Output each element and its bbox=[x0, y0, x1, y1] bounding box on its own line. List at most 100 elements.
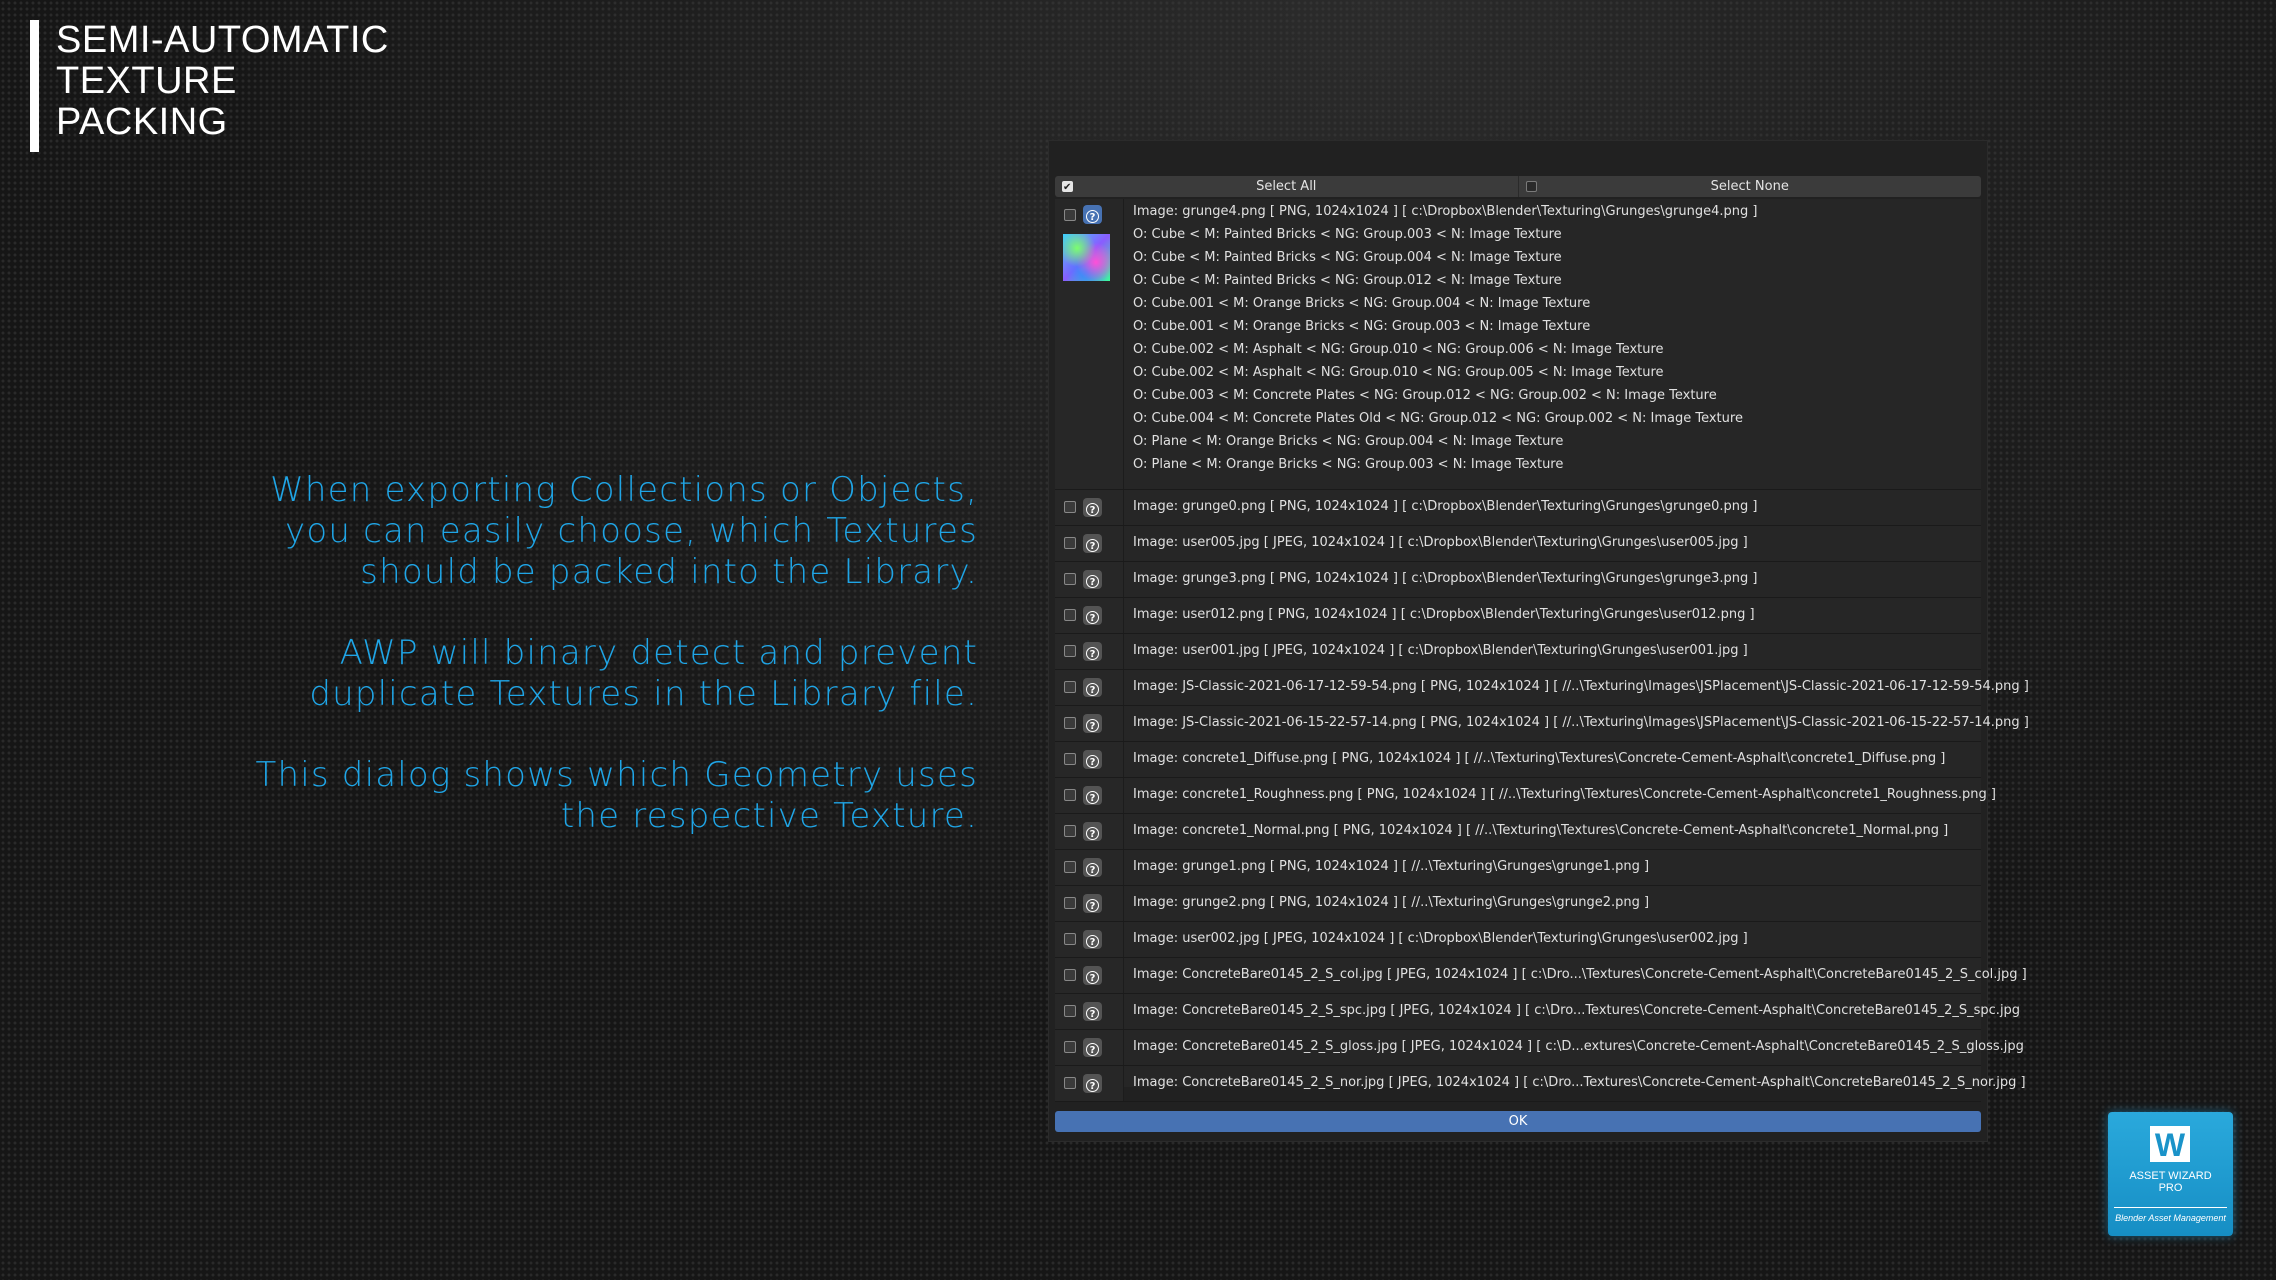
include-checkbox[interactable] bbox=[1064, 501, 1076, 513]
image-label: Image: JS-Classic-2021-06-15-22-57-14.pn… bbox=[1133, 715, 2029, 730]
image-row: ? Image: ConcreteBare0145_2_S_gloss.jpg [… bbox=[1055, 1030, 2024, 1066]
description-line: When exporting Collections or Objects, bbox=[270, 470, 978, 510]
include-checkbox[interactable] bbox=[1064, 645, 1076, 657]
include-checkbox[interactable] bbox=[1064, 969, 1076, 981]
image-label: Image: user012.png [ PNG, 1024x1024 ] [ … bbox=[1133, 607, 1755, 622]
row-controls: ? bbox=[1055, 850, 1124, 885]
image-label: Image: user002.jpg [ JPEG, 1024x1024 ] [… bbox=[1133, 931, 1748, 946]
question-icon: ? bbox=[1086, 683, 1099, 696]
image-label: Image: grunge1.png [ PNG, 1024x1024 ] [ … bbox=[1133, 859, 1650, 874]
image-row: ? Image: user005.jpg [ JPEG, 1024x1024 ] … bbox=[1055, 526, 1981, 562]
include-checkbox[interactable] bbox=[1064, 1077, 1076, 1089]
usage-line: O: Cube < M: Painted Bricks < NG: Group.… bbox=[1133, 273, 1562, 288]
question-icon: ? bbox=[1086, 575, 1099, 588]
include-checkbox[interactable] bbox=[1064, 753, 1076, 765]
texture-packing-dialog: Select All Select None ? Image: grunge4.… bbox=[1048, 140, 2029, 1142]
select-all-button[interactable]: Select All bbox=[1055, 176, 1518, 198]
image-label: Image: grunge0.png [ PNG, 1024x1024 ] [ … bbox=[1133, 499, 1758, 514]
badge-name-line-1: ASSET WIZARD bbox=[2129, 1170, 2212, 1182]
row-controls: ? bbox=[1055, 598, 1124, 633]
row-controls: ? bbox=[1055, 634, 1124, 669]
include-checkbox[interactable] bbox=[1064, 789, 1076, 801]
question-icon: ? bbox=[1086, 1079, 1099, 1092]
include-checkbox[interactable] bbox=[1064, 537, 1076, 549]
help-icon-button[interactable]: ? bbox=[1083, 858, 1102, 877]
help-icon-button[interactable]: ? bbox=[1083, 570, 1102, 589]
include-checkbox[interactable] bbox=[1064, 1041, 1076, 1053]
include-checkbox[interactable] bbox=[1064, 1005, 1076, 1017]
question-icon: ? bbox=[1086, 899, 1099, 912]
usage-line: O: Cube.002 < M: Asphalt < NG: Group.010… bbox=[1133, 365, 1664, 380]
include-checkbox[interactable] bbox=[1064, 573, 1076, 585]
description-line: duplicate Textures in the Library file. bbox=[309, 674, 978, 714]
asset-wizard-pro-badge: W ASSET WIZARD PRO Blender Asset Managem… bbox=[2108, 1112, 2233, 1236]
include-checkbox[interactable] bbox=[1064, 897, 1076, 909]
headline-line-3: PACKING bbox=[56, 101, 228, 143]
select-all-label: Select All bbox=[1256, 179, 1317, 194]
row-controls: ? bbox=[1055, 994, 1124, 1029]
asset-wizard-logo: W bbox=[2150, 1126, 2190, 1163]
image-label: Image: concrete1_Normal.png [ PNG, 1024x… bbox=[1133, 823, 1949, 838]
help-icon-button[interactable]: ? bbox=[1083, 205, 1102, 224]
image-row: ? Image: user012.png [ PNG, 1024x1024 ] [… bbox=[1055, 598, 1981, 634]
image-row: ? Image: concrete1_Roughness.png [ PNG, 1… bbox=[1055, 778, 1996, 814]
image-label: Image: user001.jpg [ JPEG, 1024x1024 ] [… bbox=[1133, 643, 1748, 658]
row-controls: ? bbox=[1055, 670, 1124, 705]
include-checkbox[interactable] bbox=[1064, 209, 1076, 221]
select-none-checkbox[interactable] bbox=[1525, 181, 1537, 192]
image-row: ? Image: grunge0.png [ PNG, 1024x1024 ] [… bbox=[1055, 490, 1981, 526]
description-paragraph-3: This dialog shows which Geometry uses th… bbox=[180, 755, 978, 837]
help-icon-button[interactable]: ? bbox=[1083, 498, 1102, 517]
row-controls: ? bbox=[1055, 958, 1124, 993]
help-icon-button[interactable]: ? bbox=[1083, 894, 1102, 913]
usage-line: O: Cube.003 < M: Concrete Plates < NG: G… bbox=[1133, 388, 1717, 403]
badge-name-line-2: PRO bbox=[2158, 1182, 2183, 1194]
help-icon-button[interactable]: ? bbox=[1083, 822, 1102, 841]
row-controls: ? bbox=[1055, 886, 1124, 921]
help-icon-button[interactable]: ? bbox=[1083, 642, 1102, 661]
help-icon-button[interactable]: ? bbox=[1083, 678, 1102, 697]
image-row: ? Image: grunge2.png [ PNG, 1024x1024 ] [… bbox=[1055, 886, 1981, 922]
include-checkbox[interactable] bbox=[1064, 681, 1076, 693]
image-row: ? Image: concrete1_Normal.png [ PNG, 1024… bbox=[1055, 814, 1981, 850]
include-checkbox[interactable] bbox=[1064, 609, 1076, 621]
description-line: the respective Texture. bbox=[560, 796, 978, 836]
image-row: ? Image: ConcreteBare0145_2_S_nor.jpg [ J… bbox=[1055, 1066, 2026, 1102]
description-line: should be packed into the Library. bbox=[360, 552, 978, 592]
help-icon-button[interactable]: ? bbox=[1083, 930, 1102, 949]
include-checkbox[interactable] bbox=[1064, 933, 1076, 945]
row-controls: ? bbox=[1055, 778, 1124, 813]
description-line: AWP will binary detect and prevent bbox=[339, 633, 978, 673]
description-paragraph-1: When exporting Collections or Objects, y… bbox=[180, 470, 978, 593]
select-none-button[interactable]: Select None bbox=[1517, 176, 1982, 197]
help-icon-button[interactable]: ? bbox=[1083, 1038, 1102, 1057]
help-icon-button[interactable]: ? bbox=[1083, 786, 1102, 805]
include-checkbox[interactable] bbox=[1064, 825, 1076, 837]
help-icon-button[interactable]: ? bbox=[1083, 1002, 1102, 1021]
include-checkbox[interactable] bbox=[1064, 717, 1076, 729]
help-icon-button[interactable]: ? bbox=[1083, 966, 1102, 985]
usage-line: O: Cube < M: Painted Bricks < NG: Group.… bbox=[1133, 227, 1562, 242]
question-icon: ? bbox=[1086, 647, 1099, 660]
image-row: ? Image: user001.jpg [ JPEG, 1024x1024 ] … bbox=[1055, 634, 1981, 670]
headline-line-1: SEMI-AUTOMATIC bbox=[56, 19, 389, 61]
badge-divider bbox=[2114, 1207, 2227, 1208]
question-icon: ? bbox=[1086, 971, 1099, 984]
help-icon-button[interactable]: ? bbox=[1083, 534, 1102, 553]
help-icon-button[interactable]: ? bbox=[1083, 1074, 1102, 1093]
row-controls: ? bbox=[1055, 526, 1124, 561]
question-icon: ? bbox=[1086, 611, 1099, 624]
usage-line: O: Plane < M: Orange Bricks < NG: Group.… bbox=[1133, 434, 1564, 449]
image-list: ? Image: grunge4.png [ PNG, 1024x1024 ] … bbox=[1055, 199, 2029, 1102]
help-icon-button[interactable]: ? bbox=[1083, 714, 1102, 733]
help-icon-button[interactable]: ? bbox=[1083, 606, 1102, 625]
image-label: Image: grunge3.png [ PNG, 1024x1024 ] [ … bbox=[1133, 571, 1758, 586]
help-icon-button[interactable]: ? bbox=[1083, 750, 1102, 769]
question-icon: ? bbox=[1086, 503, 1099, 516]
ok-button[interactable]: OK bbox=[1055, 1111, 1981, 1132]
question-icon: ? bbox=[1086, 755, 1099, 768]
select-all-checkbox[interactable] bbox=[1062, 177, 1073, 198]
include-checkbox[interactable] bbox=[1064, 861, 1076, 873]
row-controls: ? bbox=[1055, 1066, 1124, 1101]
usage-line: O: Plane < M: Orange Bricks < NG: Group.… bbox=[1133, 457, 1564, 472]
